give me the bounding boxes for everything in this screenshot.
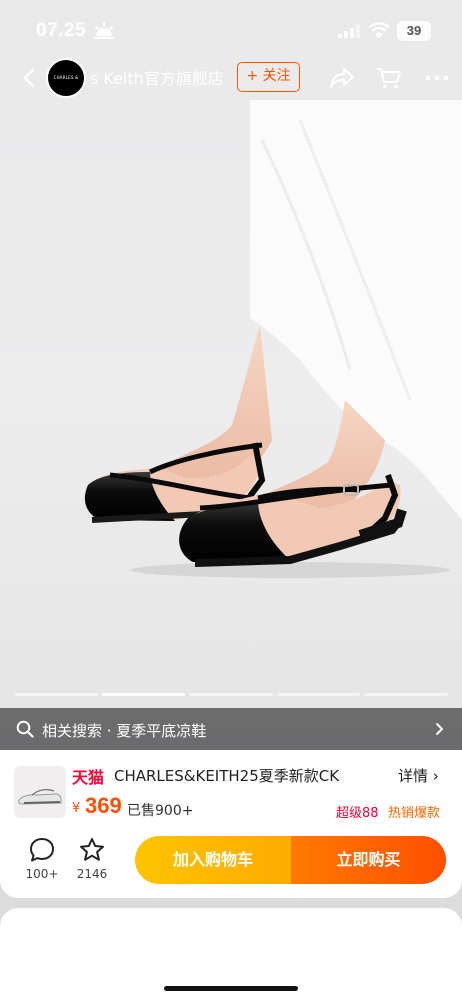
gallery-dot[interactable] [364, 693, 448, 696]
chevron-right-icon [436, 723, 444, 735]
comments-action[interactable]: 100+ [20, 837, 64, 881]
product-thumbnail[interactable] [14, 766, 66, 818]
search-icon [16, 720, 34, 738]
store-logo[interactable]: CHARLES & KEITH [46, 58, 86, 98]
status-time: 07.25 [36, 20, 87, 41]
tmall-badge: 天猫 [72, 768, 105, 787]
promo-level-tag: 超级88 [336, 806, 379, 821]
product-page: 07.25 39 CHARLES & KEITH s Keith官方旗舰店 + … [0, 0, 462, 1000]
favorites-count: 2146 [76, 867, 108, 881]
back-icon[interactable] [18, 66, 42, 90]
gallery-dot[interactable] [189, 693, 273, 696]
related-search-text: 相关搜索 · 夏季平底凉鞋 [42, 722, 207, 740]
product-sheet: 天猫 CHARLES&KEITH25夏季新款CK 详情 › ¥ 369 已售90… [0, 750, 462, 898]
product-price: 369 [85, 793, 122, 818]
gallery-dot-active[interactable] [101, 693, 186, 696]
store-name[interactable]: s Keith官方旗舰店 [90, 65, 224, 89]
comment-bubble-icon [30, 838, 54, 862]
shoe-thumbnail-icon [18, 788, 62, 805]
star-icon [80, 838, 104, 861]
top-nav: CHARLES & KEITH s Keith官方旗舰店 + 关注 [0, 56, 462, 100]
buy-now-button[interactable]: 立即购买 [291, 836, 446, 884]
cart-icon[interactable] [376, 66, 402, 90]
battery-icon: 39 [397, 21, 431, 41]
shoe-image [84, 100, 462, 578]
gallery-indicator [14, 693, 448, 696]
detail-link[interactable]: 详情 › [398, 765, 439, 786]
product-photo[interactable] [0, 100, 462, 710]
wifi-icon [368, 22, 390, 38]
follow-button[interactable]: + 关注 [237, 62, 300, 92]
favorite-action[interactable]: 2146 [70, 837, 114, 881]
sunrise-icon [94, 22, 114, 39]
more-icon[interactable] [424, 66, 450, 90]
product-title: CHARLES&KEITH25夏季新款CK [114, 767, 340, 785]
related-search-bar[interactable]: 相关搜索 · 夏季平底凉鞋 [0, 708, 462, 750]
status-bar: 07.25 39 [0, 0, 462, 60]
share-icon[interactable] [329, 66, 355, 90]
sold-count: 已售900+ [127, 803, 194, 819]
signal-icon [338, 24, 360, 38]
add-to-cart-button[interactable]: 加入购物车 [135, 836, 291, 884]
gallery-dot[interactable] [276, 693, 361, 696]
gallery-dot[interactable] [14, 693, 98, 696]
currency-symbol: ¥ [72, 801, 81, 816]
home-indicator[interactable] [164, 986, 298, 991]
promo-hot-tag: 热销爆款 [388, 806, 441, 821]
comments-count: 100+ [25, 867, 59, 881]
